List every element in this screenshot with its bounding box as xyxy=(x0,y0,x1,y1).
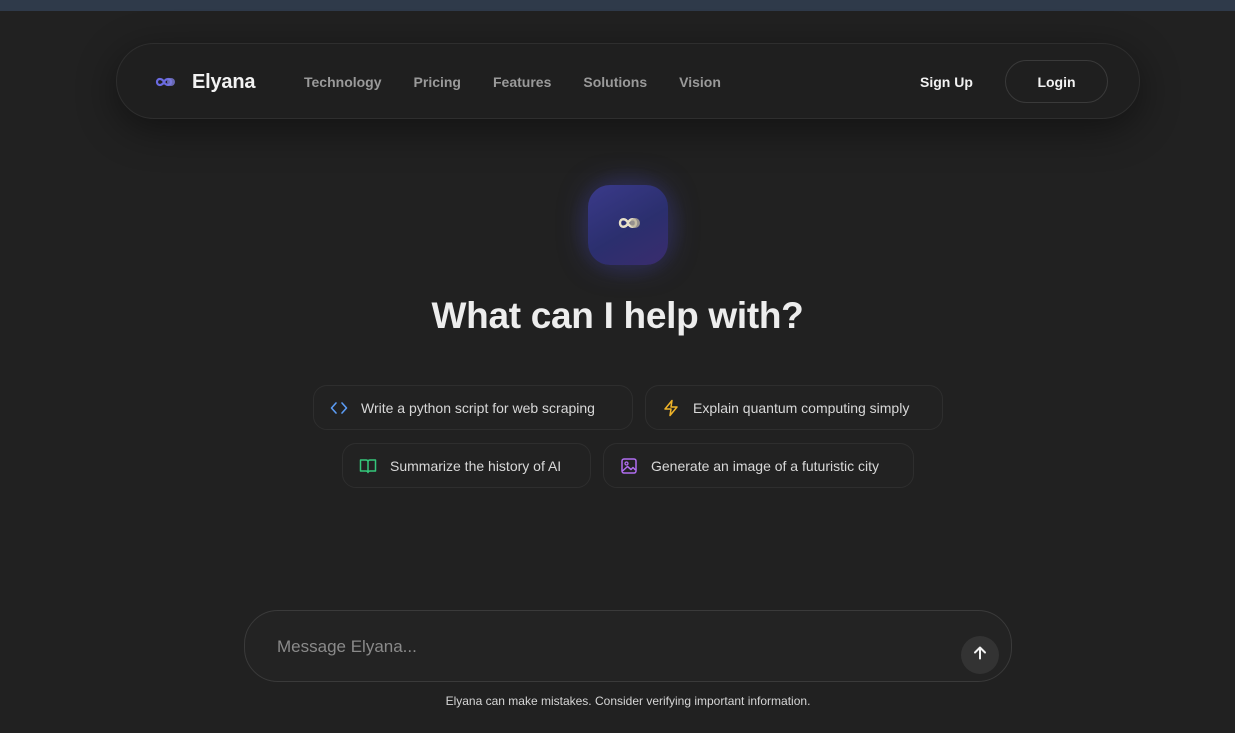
infinity-logo-icon xyxy=(150,75,178,89)
disclaimer-text: Elyana can make mistakes. Consider verif… xyxy=(445,694,811,708)
suggestion-chip-ai-history[interactable]: Summarize the history of AI xyxy=(342,443,591,488)
page-headline: What can I help with? xyxy=(431,295,804,336)
nav-link-pricing[interactable]: Pricing xyxy=(414,74,461,90)
top-navbar: Elyana Technology Pricing Features Solut… xyxy=(116,43,1140,119)
sign-up-button[interactable]: Sign Up xyxy=(920,44,973,120)
suggestion-label: Summarize the history of AI xyxy=(390,457,562,474)
suggestion-label: Generate an image of a futuristic city xyxy=(651,457,879,474)
hero-logo-tile xyxy=(588,185,668,265)
nav-links: Technology Pricing Features Solutions Vi… xyxy=(304,44,753,120)
nav-link-solutions[interactable]: Solutions xyxy=(583,74,647,90)
send-button[interactable] xyxy=(961,636,999,674)
brand[interactable]: Elyana xyxy=(150,44,255,120)
infinity-logo-icon xyxy=(611,214,645,237)
suggestion-label: Write a python script for web scraping xyxy=(361,399,595,416)
suggestion-label: Explain quantum computing simply xyxy=(693,399,910,416)
suggestion-chip-quantum[interactable]: Explain quantum computing simply xyxy=(645,385,943,430)
message-composer xyxy=(244,610,1012,682)
login-button[interactable]: Login xyxy=(1005,60,1108,103)
nav-link-features[interactable]: Features xyxy=(493,74,551,90)
code-icon xyxy=(330,399,348,417)
browser-top-strip xyxy=(0,0,1235,11)
suggestion-chip-futuristic-city[interactable]: Generate an image of a futuristic city xyxy=(603,443,914,488)
book-icon xyxy=(359,457,377,475)
image-icon xyxy=(620,457,638,475)
lightning-icon xyxy=(662,399,680,417)
suggestion-chip-python[interactable]: Write a python script for web scraping xyxy=(313,385,633,430)
brand-name: Elyana xyxy=(192,70,256,93)
nav-link-vision[interactable]: Vision xyxy=(679,74,721,90)
message-input[interactable] xyxy=(277,631,937,663)
nav-link-technology[interactable]: Technology xyxy=(304,74,382,90)
arrow-up-icon xyxy=(972,645,988,666)
